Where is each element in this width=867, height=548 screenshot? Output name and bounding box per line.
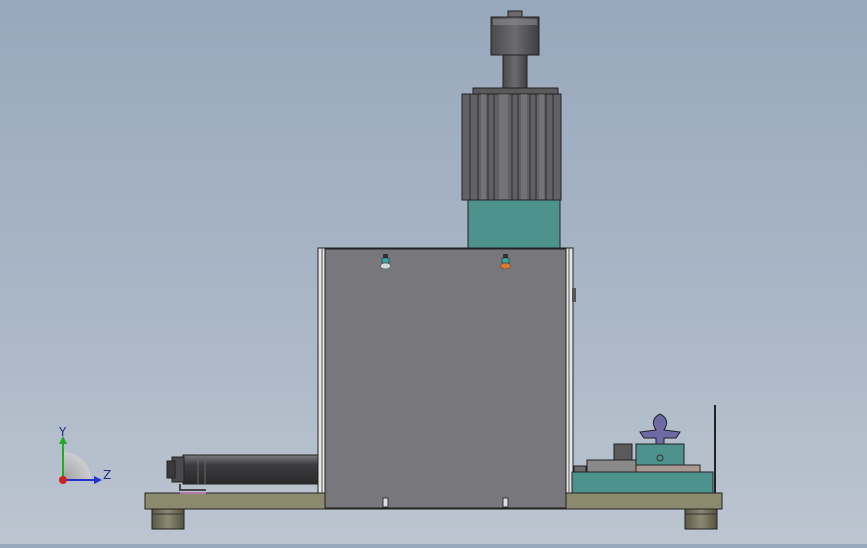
air-cylinder[interactable] <box>166 454 321 494</box>
main-housing[interactable] <box>317 247 576 509</box>
y-axis-label: Y <box>58 425 67 439</box>
model-canvas[interactable]: Y Z <box>0 0 867 544</box>
right-foot[interactable] <box>684 508 718 530</box>
cad-viewport[interactable]: Y Z <box>0 0 867 544</box>
coordinate-triad[interactable]: Y Z <box>58 425 111 484</box>
z-arrow-head <box>94 476 102 484</box>
fixture-assembly[interactable] <box>571 405 716 494</box>
motor-adapter-block[interactable] <box>467 199 561 249</box>
x-axis-point <box>59 476 67 484</box>
z-axis-label: Z <box>103 468 111 482</box>
motor-body[interactable] <box>461 93 562 201</box>
motor-top-hub[interactable] <box>490 10 540 56</box>
left-foot[interactable] <box>151 508 185 530</box>
motor-shaft[interactable] <box>502 54 528 91</box>
